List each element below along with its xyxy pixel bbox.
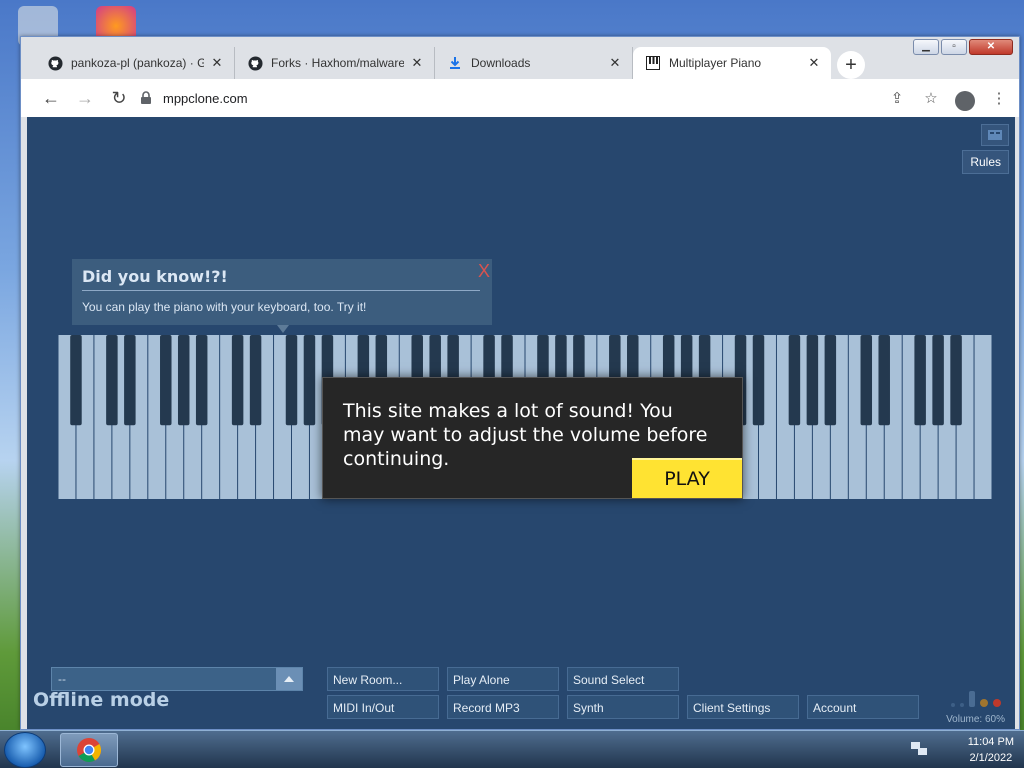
chrome-icon — [77, 738, 102, 763]
chrome-taskbar-button[interactable] — [60, 733, 118, 767]
new-tab-button[interactable]: + — [837, 51, 865, 79]
lock-icon — [139, 91, 153, 105]
black-key[interactable] — [806, 335, 819, 426]
url-text: mppclone.com — [163, 90, 248, 106]
close-tab-icon[interactable]: ✕ — [807, 55, 821, 71]
black-key[interactable] — [160, 335, 172, 426]
volume-dot — [969, 691, 975, 707]
close-tab-icon[interactable]: ✕ — [608, 55, 622, 71]
volume-indicator[interactable] — [951, 691, 1001, 707]
github-icon — [247, 55, 263, 71]
volume-dot — [951, 703, 955, 707]
black-key[interactable] — [249, 335, 262, 426]
clock-time: 11:04 PM — [967, 736, 1014, 748]
download-icon — [447, 55, 463, 71]
profile-icon[interactable] — [951, 83, 979, 113]
volume-dot — [980, 699, 988, 707]
back-button[interactable]: ← — [35, 82, 67, 114]
tab-title: Multiplayer Piano — [669, 56, 762, 70]
chat-toggle-icon[interactable] — [981, 124, 1009, 146]
room-select[interactable]: -- — [51, 667, 303, 691]
piano-icon — [645, 55, 661, 71]
tab-multiplayer-piano[interactable]: Multiplayer Piano ✕ — [633, 47, 831, 79]
black-key[interactable] — [878, 335, 890, 426]
black-key[interactable] — [824, 335, 837, 426]
system-clock[interactable]: 11:04 PM 2/1/2022 — [968, 734, 1014, 766]
play-alone-button[interactable]: Play Alone — [447, 667, 559, 691]
black-key[interactable] — [950, 335, 962, 426]
close-tab-icon[interactable]: ✕ — [210, 55, 224, 71]
share-icon[interactable]: ⇪ — [883, 83, 911, 113]
tab-title: Downloads — [471, 56, 531, 70]
reload-button[interactable]: ↻ — [103, 82, 135, 114]
rules-button[interactable]: Rules — [962, 150, 1009, 174]
forward-button[interactable]: → — [69, 82, 101, 114]
account-button[interactable]: Account — [807, 695, 919, 719]
sound-select-button[interactable]: Sound Select — [567, 667, 679, 691]
browser-window: ▁ ▫ ✕ pankoza-pl (pankoza) · Gi ✕ Forks … — [20, 36, 1020, 730]
room-select-value: -- — [58, 672, 66, 686]
did-you-know-tooltip: Did you know!?! You can play the piano w… — [72, 259, 492, 333]
tooltip-close-button[interactable]: X — [478, 261, 490, 282]
browser-toolbar: ← → ↻ mppclone.com ⇪ ☆ ⋮ — [21, 79, 1019, 117]
black-key[interactable] — [195, 335, 208, 426]
record-mp3-button[interactable]: Record MP3 — [447, 695, 559, 719]
black-key[interactable] — [788, 335, 801, 426]
black-key[interactable] — [932, 335, 944, 426]
toolbar-actions: ⇪ ☆ ⋮ — [883, 83, 1013, 113]
new-room-button[interactable]: New Room... — [327, 667, 439, 691]
tab-github-pankoza[interactable]: pankoza-pl (pankoza) · Gi ✕ — [35, 47, 235, 79]
black-key[interactable] — [752, 335, 765, 426]
black-key[interactable] — [860, 335, 873, 426]
tooltip-arrow — [277, 325, 289, 333]
tab-github-forks[interactable]: Forks · Haxhom/malware ✕ — [235, 47, 435, 79]
github-icon — [47, 55, 63, 71]
black-key[interactable] — [177, 335, 190, 426]
taskbar: 11:04 PM 2/1/2022 — [0, 730, 1024, 768]
bottom-controls: -- Offline mode New Room... Play Alone S… — [27, 659, 1015, 729]
play-button[interactable]: PLAY — [632, 458, 742, 498]
black-key[interactable] — [231, 335, 244, 426]
white-key[interactable] — [974, 335, 992, 499]
tab-title: Forks · Haxhom/malware — [271, 56, 404, 70]
synth-button[interactable]: Synth — [567, 695, 679, 719]
black-key[interactable] — [70, 335, 82, 426]
tab-bar: pankoza-pl (pankoza) · Gi ✕ Forks · Haxh… — [21, 45, 1019, 79]
black-key[interactable] — [285, 335, 298, 426]
clock-date: 2/1/2022 — [969, 752, 1013, 764]
bookmark-star-icon[interactable]: ☆ — [917, 83, 945, 113]
menu-kebab-icon[interactable]: ⋮ — [985, 83, 1013, 113]
tab-title: pankoza-pl (pankoza) · Gi — [71, 56, 204, 70]
midi-button[interactable]: MIDI In/Out — [327, 695, 439, 719]
volume-dot — [993, 699, 1001, 707]
address-bar[interactable]: mppclone.com — [139, 83, 869, 113]
black-key[interactable] — [124, 335, 136, 426]
tooltip-body: You can play the piano with your keyboar… — [82, 300, 367, 314]
start-button[interactable] — [4, 732, 46, 768]
sound-warning-modal: This site makes a lot of sound! You may … — [322, 377, 743, 499]
piano-page: Rules Did you know!?! You can play the p… — [27, 117, 1015, 729]
black-key[interactable] — [303, 335, 316, 426]
network-icon[interactable] — [910, 741, 928, 757]
tab-downloads[interactable]: Downloads ✕ — [435, 47, 633, 79]
tooltip-title: Did you know!?! — [82, 267, 480, 291]
client-settings-button[interactable]: Client Settings — [687, 695, 799, 719]
volume-label: Volume: 60% — [946, 714, 1005, 725]
offline-status: Offline mode — [33, 689, 170, 711]
black-key[interactable] — [914, 335, 926, 426]
close-tab-icon[interactable]: ✕ — [410, 55, 424, 71]
black-key[interactable] — [106, 335, 118, 426]
volume-dot — [960, 703, 964, 707]
chevron-up-icon[interactable] — [276, 668, 302, 690]
